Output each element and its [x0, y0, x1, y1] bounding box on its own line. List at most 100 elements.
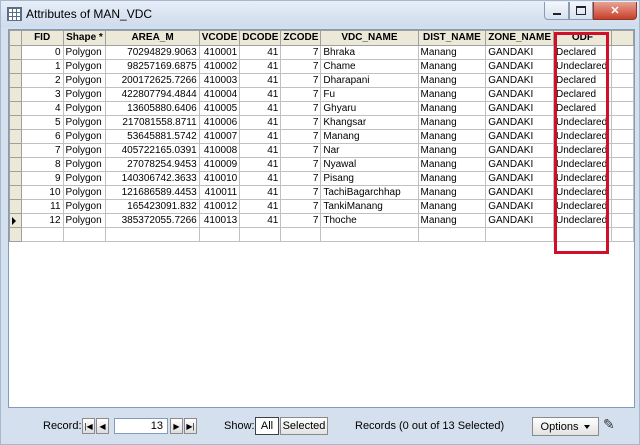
table-cell[interactable]: 7 — [280, 185, 322, 200]
empty-cell[interactable] — [485, 227, 555, 242]
table-cell[interactable]: 7 — [280, 129, 322, 144]
new-row[interactable] — [9, 227, 634, 242]
table-cell[interactable]: 410004 — [198, 87, 241, 102]
table-row[interactable]: 9 Polygon 140306742.3633 410010 41 7 Pisang Man… — [9, 171, 634, 186]
row-selector[interactable] — [9, 45, 22, 60]
table-cell[interactable]: 27078254.9453 — [105, 157, 200, 172]
table-cell[interactable]: Manang — [417, 199, 487, 214]
table-cell[interactable]: 7 — [280, 171, 322, 186]
table-cell[interactable]: GANDAKI — [485, 199, 555, 214]
table-cell[interactable]: Thoche — [320, 213, 419, 228]
table-cell[interactable]: GANDAKI — [485, 171, 555, 186]
table-cell[interactable]: Polygon — [62, 199, 107, 214]
table-cell[interactable]: Declared — [553, 73, 612, 88]
row-selector[interactable] — [9, 185, 22, 200]
empty-cell[interactable] — [105, 227, 200, 242]
table-cell[interactable]: 7 — [280, 87, 322, 102]
table-cell[interactable]: 41 — [239, 87, 282, 102]
row-selector[interactable] — [9, 213, 22, 228]
table-row[interactable]: 3 Polygon 422807794.4844 410004 41 7 Fu Manang G… — [9, 87, 634, 102]
row-selector[interactable] — [9, 87, 22, 102]
table-row[interactable]: 12 Polygon 385372055.7266 410013 41 7 Thoche Ma… — [9, 213, 634, 228]
table-cell[interactable]: Polygon — [62, 59, 107, 74]
table-cell[interactable]: 410007 — [198, 129, 241, 144]
table-cell[interactable]: 217081558.8711 — [105, 115, 200, 130]
table-cell[interactable]: 2 — [20, 73, 64, 88]
table-cell[interactable]: 200172625.7266 — [105, 73, 200, 88]
table-cell[interactable]: Chame — [320, 59, 419, 74]
table-cell[interactable]: 7 — [280, 101, 322, 116]
table-cell[interactable]: Manang — [417, 213, 487, 228]
table-row[interactable]: 11 Polygon 165423091.832 410012 41 7 TankiMana… — [9, 199, 634, 214]
table-cell[interactable]: Polygon — [62, 143, 107, 158]
table-cell[interactable]: 13605880.6406 — [105, 101, 200, 116]
column-header-dist-name[interactable]: DIST_NAME — [417, 30, 487, 46]
table-cell[interactable]: 41 — [239, 213, 282, 228]
table-cell[interactable]: Undeclared — [553, 115, 612, 130]
table-cell[interactable]: GANDAKI — [485, 129, 555, 144]
column-header-fid[interactable]: FID — [20, 30, 64, 46]
first-record-button[interactable]: |◀ — [82, 418, 95, 434]
empty-cell[interactable] — [280, 227, 322, 242]
table-cell[interactable]: 7 — [280, 213, 322, 228]
table-cell[interactable]: Undeclared — [553, 59, 612, 74]
table-cell[interactable]: Manang — [417, 143, 487, 158]
table-cell[interactable]: 405722165.0391 — [105, 143, 200, 158]
table-cell[interactable]: Polygon — [62, 73, 107, 88]
table-cell[interactable]: Ghyaru — [320, 101, 419, 116]
table-cell[interactable]: 7 — [280, 143, 322, 158]
table-cell[interactable]: 410013 — [198, 213, 241, 228]
table-cell[interactable]: Nyawal — [320, 157, 419, 172]
table-cell[interactable]: Manang — [417, 157, 487, 172]
table-cell[interactable]: Manang — [417, 45, 487, 60]
table-cell[interactable]: Fu — [320, 87, 419, 102]
table-cell[interactable]: 41 — [239, 101, 282, 116]
table-cell[interactable]: 410002 — [198, 59, 241, 74]
column-header-shape[interactable]: Shape * — [62, 30, 107, 46]
table-cell[interactable]: Polygon — [62, 171, 107, 186]
table-cell[interactable]: 121686589.4453 — [105, 185, 200, 200]
table-cell[interactable]: Manang — [417, 115, 487, 130]
table-cell[interactable]: 410006 — [198, 115, 241, 130]
table-cell[interactable]: 9 — [20, 171, 64, 186]
column-header-vdc-name[interactable]: VDC_NAME — [320, 30, 419, 46]
table-cell[interactable]: Undeclared — [553, 199, 612, 214]
table-cell[interactable]: Polygon — [62, 87, 107, 102]
table-cell[interactable]: 41 — [239, 45, 282, 60]
row-selector[interactable] — [9, 101, 22, 116]
table-cell[interactable]: Polygon — [62, 115, 107, 130]
table-cell[interactable]: 422807794.4844 — [105, 87, 200, 102]
table-cell[interactable]: 12 — [20, 213, 64, 228]
table-row[interactable]: 2 Polygon 200172625.7266 410003 41 7 Dharapani… — [9, 73, 634, 88]
record-number-input[interactable]: 13 — [114, 418, 168, 434]
table-cell[interactable]: GANDAKI — [485, 115, 555, 130]
table-cell[interactable]: Khangsar — [320, 115, 419, 130]
show-all-button[interactable]: All — [255, 417, 279, 435]
table-cell[interactable]: 41 — [239, 143, 282, 158]
table-cell[interactable]: 410011 — [198, 185, 241, 200]
table-cell[interactable]: 6 — [20, 129, 64, 144]
table-cell[interactable]: GANDAKI — [485, 101, 555, 116]
minimize-button[interactable] — [544, 2, 569, 20]
row-selector-header[interactable] — [9, 30, 22, 46]
table-cell[interactable]: 10 — [20, 185, 64, 200]
table-cell[interactable]: Bhraka — [320, 45, 419, 60]
table-row[interactable]: 1 Polygon 98257169.6875 410002 41 7 Chame Manan… — [9, 59, 634, 74]
row-selector[interactable] — [9, 171, 22, 186]
table-cell[interactable]: Polygon — [62, 157, 107, 172]
table-cell[interactable]: Manang — [417, 73, 487, 88]
table-cell[interactable]: 41 — [239, 73, 282, 88]
next-record-button[interactable]: ▶ — [170, 418, 183, 434]
table-cell[interactable]: Undeclared — [553, 129, 612, 144]
table-cell[interactable]: Polygon — [62, 185, 107, 200]
table-cell[interactable]: Manang — [417, 129, 487, 144]
table-row[interactable]: 10 Polygon 121686589.4453 410011 41 7 TachiBag… — [9, 185, 634, 200]
table-cell[interactable]: Declared — [553, 45, 612, 60]
table-cell[interactable]: 7 — [280, 115, 322, 130]
table-cell[interactable]: 7 — [280, 73, 322, 88]
table-cell[interactable]: 53645881.5742 — [105, 129, 200, 144]
table-cell[interactable]: GANDAKI — [485, 45, 555, 60]
table-cell[interactable]: Manang — [417, 87, 487, 102]
table-cell[interactable]: Nar — [320, 143, 419, 158]
column-header-zcode[interactable]: ZCODE — [280, 30, 322, 46]
